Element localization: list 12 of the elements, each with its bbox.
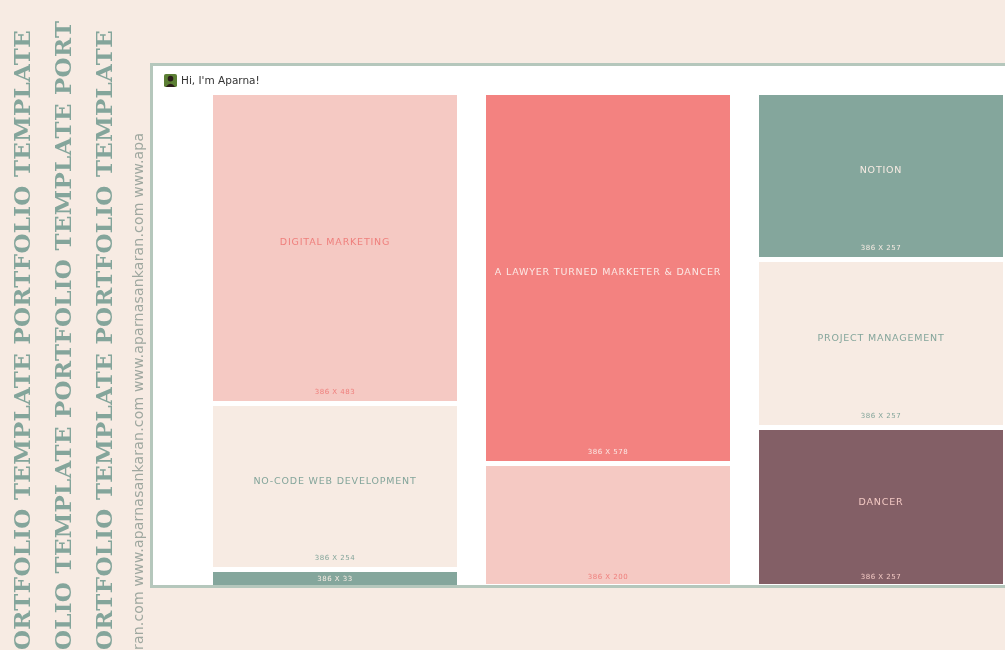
tile-title: DANCER — [858, 496, 904, 507]
avatar-icon — [164, 73, 177, 87]
banner-text: OLIO TEMPLATE PORTFOLIO TEMPLATE PORT — [48, 20, 77, 650]
banner-text: ORTFOLIO TEMPLATE PORTFOLIO TEMPLATE — [89, 29, 118, 650]
greeting-text: Hi, I'm Aparna! — [181, 74, 260, 86]
tile-title: PROJECT MANAGEMENT — [817, 331, 945, 343]
tile-title: NO-CODE WEB DEVELOPMENT — [253, 474, 417, 486]
tile-title: DIGITAL MARKETING — [279, 236, 391, 247]
website-text: ran.com www.aparnasankaran.com www.aparnasankaran.com www.apa — [129, 132, 147, 650]
banner-text: ORTFOLIO TEMPLATE PORTFOLIO TEMPLATE — [7, 29, 36, 650]
tile-title: A LAWYER TURNED MARKETER & DANCER — [494, 266, 722, 277]
tile-title: NOTION — [859, 164, 903, 175]
